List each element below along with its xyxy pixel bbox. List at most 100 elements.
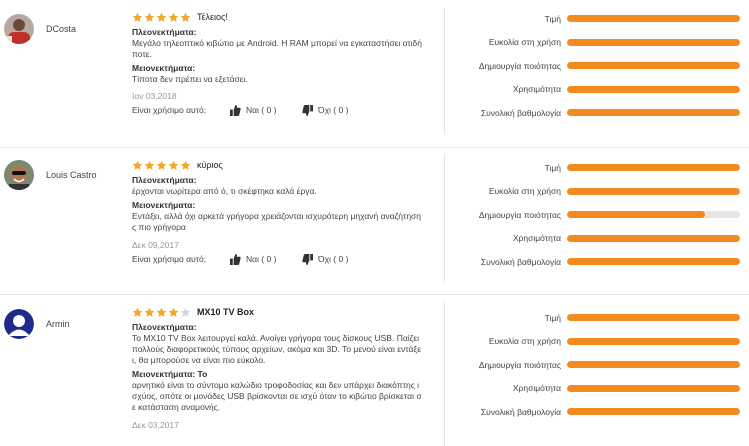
divider bbox=[444, 154, 445, 282]
rating-row: Χρησιμότητα bbox=[446, 84, 746, 95]
pros-label: Πλεονεκτήματα: bbox=[132, 175, 197, 185]
rating-row: Τιμή bbox=[446, 13, 746, 24]
rating-bar bbox=[567, 109, 740, 117]
rating-label: Χρησιμότητα bbox=[512, 383, 561, 394]
pros-line: Το MX10 TV Box λειτουργεί καλά. Ανοίγει … bbox=[132, 333, 420, 343]
review-body: Τέλειος! Πλεονεκτήματα: Μεγάλο τηλεοπτικ… bbox=[132, 10, 442, 116]
rating-bar bbox=[567, 258, 740, 266]
cons-label: Μειονεκτήματα: bbox=[132, 63, 196, 73]
helpful-question: Είναι χρήσιμο αυτό; bbox=[132, 105, 207, 115]
review-title: Τέλειος! bbox=[197, 12, 228, 22]
rating-bar-fill bbox=[567, 337, 740, 345]
rating-row: Δημιουργία ποιότητας bbox=[446, 209, 746, 220]
review-date: Δεκ 09,2017 bbox=[132, 240, 179, 250]
star-filled-icon bbox=[156, 12, 167, 22]
cons-line: Τίποτα δεν πρέπει να εξετάσει. bbox=[132, 74, 248, 84]
star-filled-icon bbox=[132, 307, 143, 317]
cons-line: σχύος, οπότε οι μονάδες USB βρίσκονται σ… bbox=[132, 391, 422, 401]
pros-line: πολλούς διαφορετικούς τύπους αρχείων, ακ… bbox=[132, 344, 421, 354]
helpful-row: Είναι χρήσιμο αυτό; Ναι ( 0 ) Όχι ( 0 ) bbox=[132, 253, 442, 265]
reviewer: Louis Castro bbox=[4, 160, 97, 190]
star-filled-icon bbox=[156, 160, 167, 170]
star-filled-icon bbox=[144, 307, 155, 317]
rating-bar bbox=[567, 85, 740, 93]
helpful-question: Είναι χρήσιμο αυτό; bbox=[132, 254, 207, 264]
rating-bar bbox=[567, 314, 740, 321]
cons-line: αρνητικό είναι το σύντομο καλώδιο τροφοδ… bbox=[132, 380, 420, 390]
review-date: Ιαν 03,2018 bbox=[132, 91, 177, 101]
review-title-row: MX10 TV Box bbox=[132, 305, 442, 319]
rating-label: Χρησιμότητα bbox=[512, 84, 561, 95]
reviewer: DCosta bbox=[4, 14, 76, 44]
review-title-row: Τέλειος! bbox=[132, 10, 442, 24]
rating-row: Δημιουργία ποιότητας bbox=[446, 359, 746, 370]
rating-bar-fill bbox=[567, 164, 740, 171]
divider bbox=[444, 8, 445, 134]
star-filled-icon bbox=[132, 160, 143, 170]
vote-no-button[interactable]: Όχι ( 0 ) bbox=[302, 253, 348, 265]
rating-bar bbox=[567, 408, 740, 416]
divider bbox=[444, 301, 445, 446]
review-card: Louis Castro κύριος Πλεονεκτήματα: έρχον… bbox=[0, 147, 749, 293]
review-title: κύριος bbox=[197, 160, 223, 170]
vote-yes-button[interactable]: Ναι ( 0 ) bbox=[230, 104, 302, 116]
rating-bar-fill bbox=[567, 361, 740, 369]
star-empty-icon bbox=[180, 307, 191, 317]
cons-line: ς πιο γρήγορα bbox=[132, 222, 186, 232]
star-rating bbox=[132, 12, 191, 23]
star-filled-icon bbox=[168, 12, 179, 22]
star-filled-icon bbox=[144, 160, 155, 170]
rating-bar-fill bbox=[567, 258, 740, 266]
rating-bar bbox=[567, 38, 740, 46]
rating-label: Χρησιμότητα bbox=[512, 233, 561, 244]
rating-label: Ευκολία στη χρήση bbox=[488, 336, 561, 347]
rating-label: Τιμή bbox=[544, 312, 561, 323]
helpful-row: Είναι χρήσιμο αυτό; Ναι ( 0 ) Όχι ( 0 ) bbox=[132, 104, 442, 116]
rating-label: Ευκολία στη χρήση bbox=[488, 186, 561, 197]
vote-yes-button[interactable]: Ναι ( 0 ) bbox=[230, 253, 302, 265]
avatar bbox=[4, 14, 34, 44]
rating-bar bbox=[567, 62, 740, 70]
pros-line: ι, θα μπορούσε να είναι πιο εύκολο. bbox=[132, 355, 266, 365]
rating-label: Δημιουργία ποιότητας bbox=[478, 209, 561, 220]
rating-label: Τιμή bbox=[544, 162, 561, 173]
reviewer-name: Louis Castro bbox=[46, 170, 97, 180]
rating-breakdown: Τιμή Ευκολία στη χρήση Δημιουργία ποιότητα… bbox=[446, 162, 746, 280]
avatar bbox=[4, 309, 34, 339]
rating-label: Ευκολία στη χρήση bbox=[488, 37, 561, 48]
rating-row: Χρησιμότητα bbox=[446, 383, 746, 394]
rating-label: Δημιουργία ποιότητας bbox=[478, 60, 561, 71]
cons-line: Εντάξει, αλλά όχι αρκετά γρήγορα χρειάζο… bbox=[132, 211, 422, 221]
vote-no-button[interactable]: Όχι ( 0 ) bbox=[302, 104, 348, 116]
vote-no-label: Όχι ( 0 ) bbox=[318, 254, 349, 264]
rating-row: Συνολική βαθμολογία bbox=[446, 406, 746, 417]
rating-row: Συνολική βαθμολογία bbox=[446, 107, 746, 118]
rating-bar bbox=[567, 234, 740, 242]
vote-yes-label: Ναι ( 0 ) bbox=[246, 254, 277, 264]
reviewer-name: DCosta bbox=[46, 24, 77, 34]
pros-label: Πλεονεκτήματα: bbox=[132, 322, 197, 332]
rating-row: Ευκολία στη χρήση bbox=[446, 336, 746, 347]
thumbs-down-icon bbox=[302, 253, 313, 265]
rating-row: Ευκολία στη χρήση bbox=[446, 186, 746, 197]
rating-breakdown: Τιμή Ευκολία στη χρήση Δημιουργία ποιότητα… bbox=[446, 312, 746, 430]
star-filled-icon bbox=[144, 12, 155, 22]
rating-bar bbox=[567, 384, 740, 392]
rating-bar bbox=[567, 187, 740, 195]
star-filled-icon bbox=[180, 160, 191, 170]
thumbs-down-icon bbox=[302, 104, 313, 116]
review-card: DCosta Τέλειος! Πλεονεκτήματα: Μεγάλο τη… bbox=[0, 0, 749, 146]
review-date: Δεκ 03,2017 bbox=[132, 420, 179, 430]
rating-label: Συνολική βαθμολογία bbox=[480, 256, 561, 267]
rating-row: Τιμή bbox=[446, 312, 746, 323]
pros-line: έρχονται νωρίτερα από ό, τι σκέφτηκα καλ… bbox=[132, 186, 317, 196]
rating-bar-fill bbox=[567, 15, 740, 22]
review-title-row: κύριος bbox=[132, 158, 442, 172]
rating-bar-fill bbox=[567, 314, 740, 321]
rating-row: Δημιουργία ποιότητας bbox=[446, 60, 746, 71]
rating-bar-fill bbox=[567, 408, 740, 416]
cons-label: Μειονεκτήματα: Το bbox=[132, 369, 208, 379]
rating-row: Χρησιμότητα bbox=[446, 233, 746, 244]
rating-breakdown: Τιμή Ευκολία στη χρήση Δημιουργία ποιότητα… bbox=[446, 13, 746, 131]
thumbs-up-icon bbox=[230, 104, 241, 116]
